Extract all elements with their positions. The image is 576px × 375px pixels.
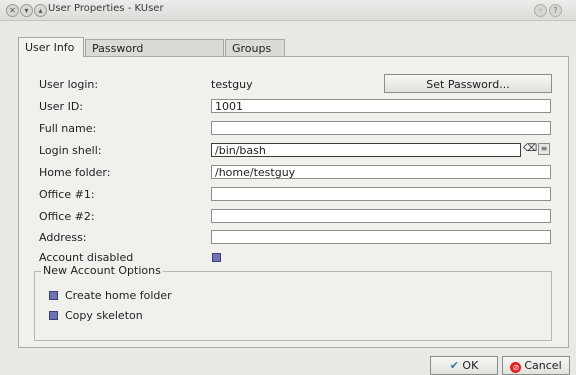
account-disabled-label: Account disabled: [39, 251, 134, 264]
tab-password-management[interactable]: Password Management: [85, 39, 224, 72]
set-password-button[interactable]: Set Password...: [384, 74, 552, 93]
minimize-icon[interactable]: ▾: [20, 4, 33, 17]
tab-groups[interactable]: Groups: [225, 39, 285, 56]
title-bar: ✕ ▾ ▴ User Properties - KUser ◦ ?: [0, 0, 576, 21]
address-field[interactable]: [211, 230, 551, 244]
cancel-icon: ⊘: [510, 362, 522, 373]
user-info-panel: User login: testguy Set Password... User…: [18, 56, 569, 348]
login-shell-label: Login shell:: [39, 144, 102, 157]
user-id-field[interactable]: 1001: [211, 99, 551, 113]
tab-user-info[interactable]: User Info: [18, 37, 84, 57]
help-icon[interactable]: ?: [549, 4, 562, 17]
shade-icon[interactable]: ◦: [534, 4, 547, 17]
check-icon: ✔: [449, 359, 459, 372]
cancel-button[interactable]: ⊘ Cancel: [502, 356, 570, 375]
office1-field[interactable]: [211, 187, 551, 201]
full-name-field[interactable]: [211, 121, 551, 135]
copy-skeleton-label: Copy skeleton: [65, 309, 143, 322]
ok-label: OK: [462, 359, 479, 372]
office1-label: Office #1:: [39, 188, 95, 201]
new-account-options-group: [34, 271, 552, 341]
cancel-label: Cancel: [524, 359, 562, 372]
user-login-label: User login:: [39, 78, 99, 91]
user-login-value: testguy: [211, 78, 253, 91]
user-id-label: User ID:: [39, 100, 83, 113]
shell-dropdown-icon[interactable]: ≡: [538, 143, 550, 155]
window-title: User Properties - KUser: [48, 3, 164, 14]
copy-skeleton-checkbox[interactable]: [49, 311, 58, 320]
account-disabled-checkbox[interactable]: [212, 253, 221, 262]
home-folder-field[interactable]: /home/testguy: [211, 165, 551, 179]
home-folder-label: Home folder:: [39, 166, 111, 179]
clear-text-icon[interactable]: ⌫: [523, 143, 537, 155]
office2-label: Office #2:: [39, 210, 95, 223]
address-label: Address:: [39, 231, 87, 244]
create-home-folder-label: Create home folder: [65, 289, 172, 302]
office2-field[interactable]: [211, 209, 551, 223]
full-name-label: Full name:: [39, 122, 97, 135]
create-home-folder-checkbox[interactable]: [49, 291, 58, 300]
close-icon[interactable]: ✕: [6, 4, 19, 17]
new-account-options-title: New Account Options: [41, 264, 163, 277]
login-shell-field[interactable]: /bin/bash: [211, 143, 521, 157]
maximize-icon[interactable]: ▴: [34, 4, 47, 17]
ok-button[interactable]: ✔ OK: [430, 356, 498, 375]
